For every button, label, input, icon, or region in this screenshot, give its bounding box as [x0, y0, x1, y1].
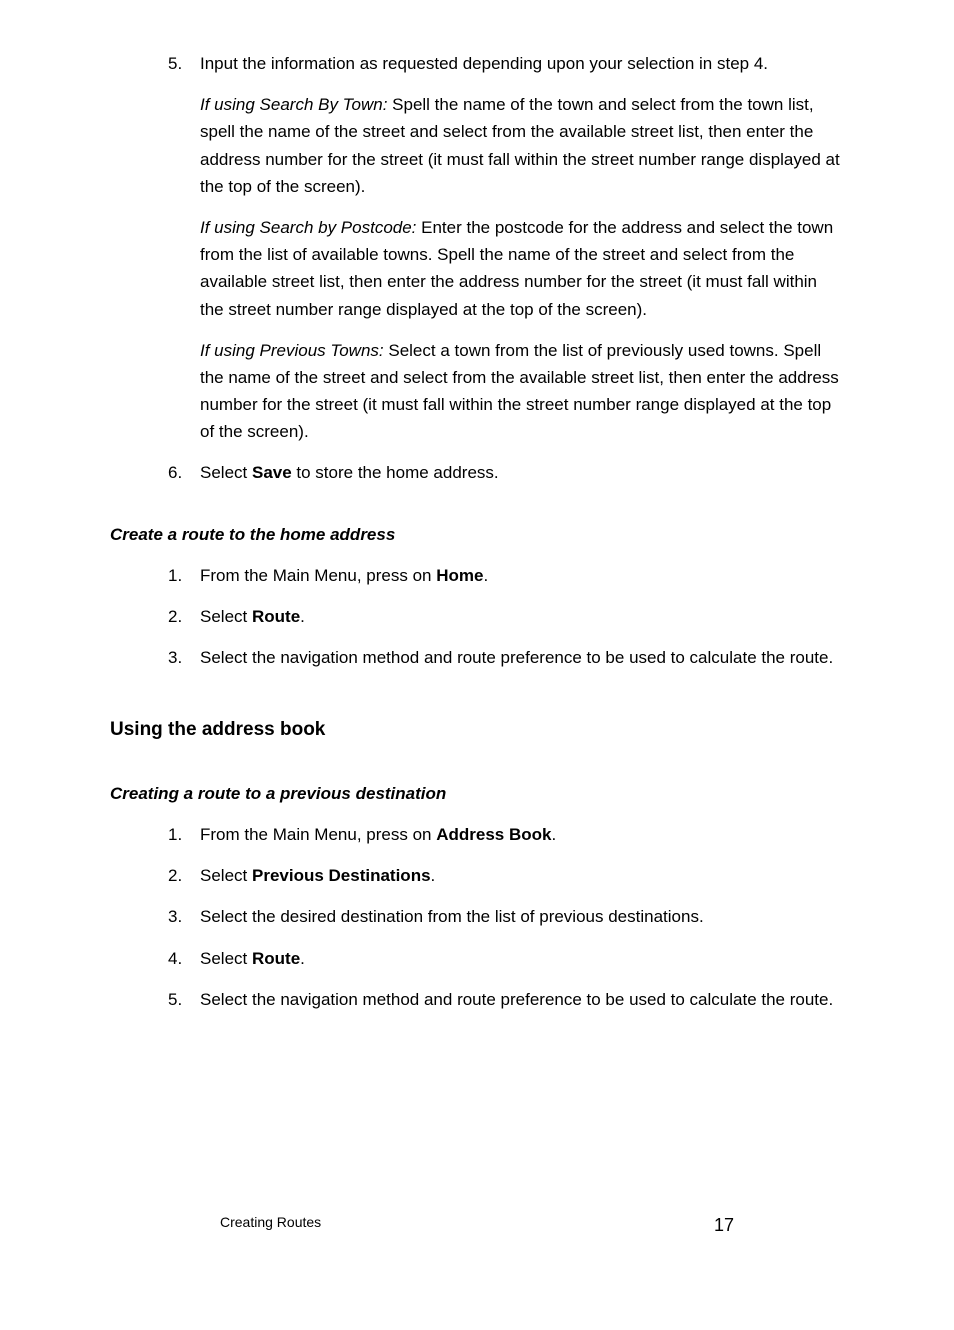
text-bold: Route: [252, 949, 300, 968]
text-pre: Select: [200, 866, 252, 885]
numbered-list-prev-dest: 1. From the Main Menu, press on Address …: [168, 821, 844, 1013]
text-bold: Save: [252, 463, 292, 482]
list-item-5: 5. Input the information as requested de…: [168, 50, 844, 445]
text-pre: From the Main Menu, press on: [200, 825, 436, 844]
list-item: 5. Select the navigation method and rout…: [168, 986, 844, 1013]
search-by-postcode-para: If using Search by Postcode: Enter the p…: [200, 214, 844, 323]
section-heading-address-book: Using the address book: [110, 715, 844, 745]
list-body: Select Route.: [200, 945, 844, 972]
list-item-6: 6. Select Save to store the home address…: [168, 459, 844, 486]
list-item: 1. From the Main Menu, press on Address …: [168, 821, 844, 848]
previous-towns-para: If using Previous Towns: Select a town f…: [200, 337, 844, 446]
list-item: 1. From the Main Menu, press on Home.: [168, 562, 844, 589]
text-pre: From the Main Menu, press on: [200, 566, 436, 585]
text-bold: Home: [436, 566, 483, 585]
label: If using Search By Town:: [200, 95, 387, 114]
text-bold: Address Book: [436, 825, 551, 844]
list-body: Select Previous Destinations.: [200, 862, 844, 889]
numbered-list-continued: 5. Input the information as requested de…: [168, 50, 844, 487]
text-post: .: [300, 949, 305, 968]
step-intro: Input the information as requested depen…: [200, 50, 844, 77]
list-body: Select Save to store the home address.: [200, 459, 844, 486]
list-item: 2. Select Route.: [168, 603, 844, 630]
list-number: 4.: [168, 945, 200, 972]
text-post: .: [483, 566, 488, 585]
label: If using Previous Towns:: [200, 341, 384, 360]
list-body: Select Route.: [200, 603, 844, 630]
text-post: .: [551, 825, 556, 844]
label: If using Search by Postcode:: [200, 218, 416, 237]
footer-section-name: Creating Routes: [220, 1211, 321, 1240]
list-body: From the Main Menu, press on Home.: [200, 562, 844, 589]
list-body: Input the information as requested depen…: [200, 50, 844, 445]
list-number: 5.: [168, 986, 200, 1013]
subheading-create-route-home: Create a route to the home address: [110, 521, 844, 548]
list-number: 2.: [168, 862, 200, 889]
list-number: 6.: [168, 459, 200, 486]
text-pre: Select: [200, 607, 252, 626]
list-number: 2.: [168, 603, 200, 630]
list-number: 3.: [168, 903, 200, 930]
page-footer: Creating Routes 17: [220, 1211, 734, 1240]
search-by-town-para: If using Search By Town: Spell the name …: [200, 91, 844, 200]
list-item: 4. Select Route.: [168, 945, 844, 972]
list-body: From the Main Menu, press on Address Boo…: [200, 821, 844, 848]
list-body: Select the navigation method and route p…: [200, 644, 844, 671]
list-number: 3.: [168, 644, 200, 671]
text-post: .: [431, 866, 436, 885]
list-number: 1.: [168, 562, 200, 589]
list-number: 5.: [168, 50, 200, 445]
numbered-list-home-route: 1. From the Main Menu, press on Home. 2.…: [168, 562, 844, 672]
list-body: Select the navigation method and route p…: [200, 986, 844, 1013]
text-post: .: [300, 607, 305, 626]
page-number: 17: [714, 1211, 734, 1240]
text-bold: Previous Destinations: [252, 866, 431, 885]
text-post: to store the home address.: [292, 463, 499, 482]
subheading-previous-destination: Creating a route to a previous destinati…: [110, 780, 844, 807]
list-item: 2. Select Previous Destinations.: [168, 862, 844, 889]
list-item: 3. Select the navigation method and rout…: [168, 644, 844, 671]
text-pre: Select: [200, 949, 252, 968]
text-bold: Route: [252, 607, 300, 626]
list-number: 1.: [168, 821, 200, 848]
text-pre: Select: [200, 463, 252, 482]
list-item: 3. Select the desired destination from t…: [168, 903, 844, 930]
list-body: Select the desired destination from the …: [200, 903, 844, 930]
